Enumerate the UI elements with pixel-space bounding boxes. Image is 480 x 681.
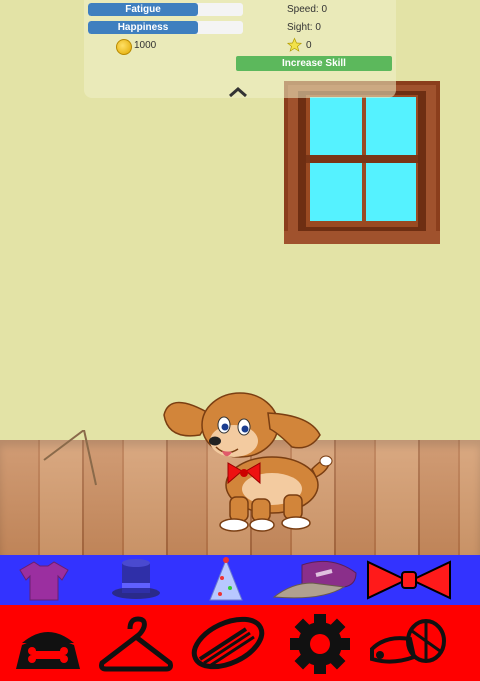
action-menu-bar: [0, 605, 480, 681]
coin-icon: [116, 39, 132, 55]
top-hat-icon[interactable]: [110, 557, 162, 603]
fatigue-label: Fatigue: [125, 4, 161, 15]
happiness-label: Happiness: [117, 22, 169, 33]
tshirt-icon[interactable]: [16, 558, 72, 602]
happiness-bar: Happiness: [88, 21, 243, 34]
collapse-chevron-icon[interactable]: [226, 86, 250, 98]
fatigue-bar: Fatigue: [88, 3, 243, 16]
puppy[interactable]: [160, 385, 340, 535]
wardrobe-bar: [0, 555, 480, 605]
speed-stat: Speed: 0: [287, 4, 328, 15]
party-hat-icon[interactable]: [204, 556, 248, 604]
game-scene: Fatigue Happiness Speed: 0 Sight: 0 1000…: [0, 0, 480, 681]
increase-skill-button[interactable]: Increase Skill: [236, 56, 392, 71]
food-bowl-icon[interactable]: [12, 619, 84, 671]
toy-icon[interactable]: [366, 615, 450, 673]
star-icon: [286, 37, 303, 52]
star-count: 0: [306, 40, 312, 51]
lamp-stand: [43, 430, 97, 486]
cap-icon[interactable]: [272, 557, 360, 603]
gear-icon[interactable]: [284, 613, 356, 675]
brush-icon[interactable]: [186, 613, 270, 675]
hanger-icon[interactable]: [98, 615, 174, 673]
sight-stat: Sight: 0: [287, 22, 321, 33]
room-window: [284, 81, 440, 244]
bowtie-icon[interactable]: [364, 558, 454, 602]
coin-count: 1000: [134, 40, 157, 51]
